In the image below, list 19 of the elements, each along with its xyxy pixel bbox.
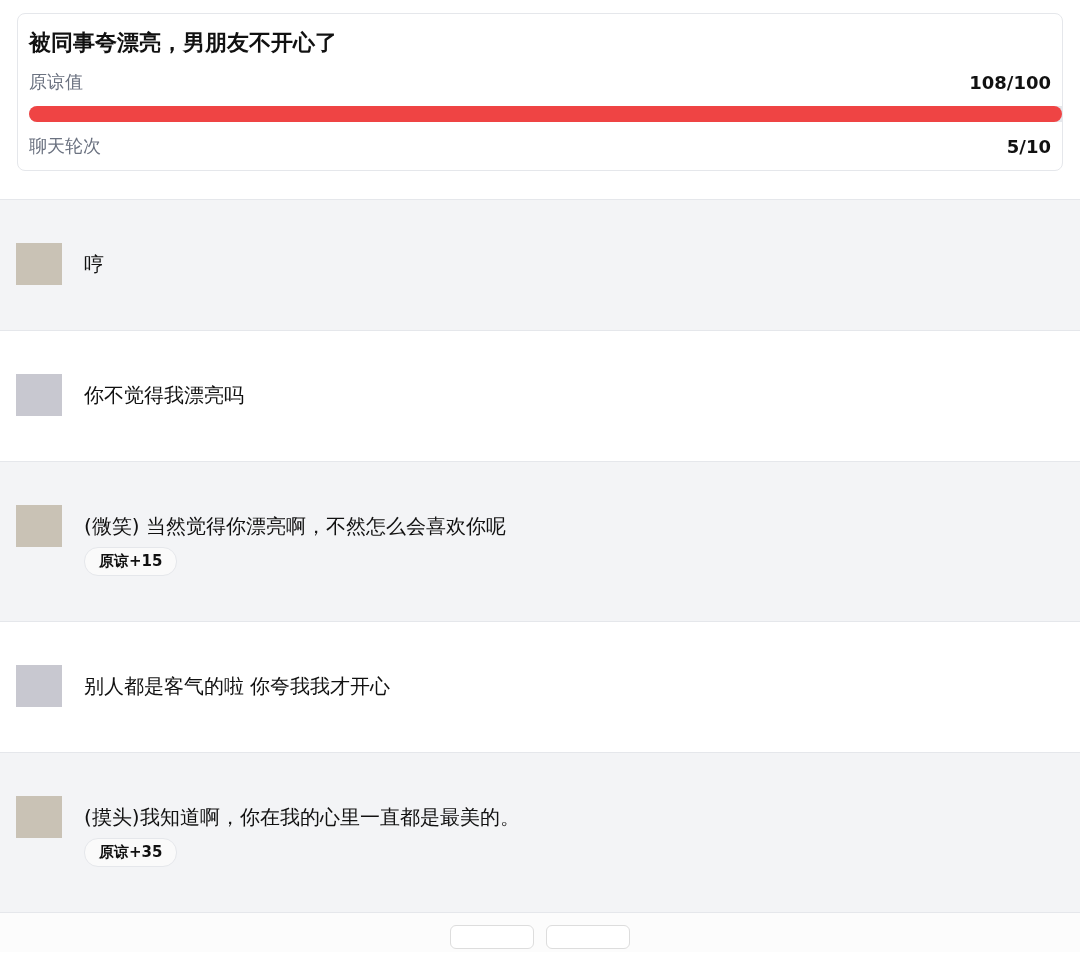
message-text: (摸头)我知道啊，你在我的心里一直都是最美的。: [84, 804, 520, 831]
avatar-photo-placeholder: [16, 665, 62, 707]
message-text: (微笑) 当然觉得你漂亮啊，不然怎么会喜欢你呢: [84, 513, 506, 540]
forgiveness-badge: 原谅+35: [84, 838, 178, 867]
avatar-photo-placeholder: [16, 243, 62, 285]
avatar-photo-placeholder: [16, 505, 62, 547]
message-text: 你不觉得我漂亮吗: [84, 382, 244, 409]
forgiveness-badge: 原谅+15: [84, 547, 178, 576]
message-text: 哼: [84, 251, 104, 278]
message-text: 别人都是客气的啦 你夸我我才开心: [84, 673, 391, 700]
button[interactable]: [450, 925, 534, 949]
button[interactable]: [546, 925, 630, 949]
forgiveness-label: 原谅值: [29, 70, 83, 94]
chat-title: 被同事夸漂亮，男朋友不开心了: [29, 29, 338, 57]
rounds-value: 5/10: [1006, 135, 1051, 157]
avatar-photo-placeholder: [16, 374, 62, 416]
forgiveness-value: 108/100: [969, 71, 1051, 93]
avatar-photo-placeholder: [16, 796, 62, 838]
rounds-label: 聊天轮次: [29, 134, 101, 158]
